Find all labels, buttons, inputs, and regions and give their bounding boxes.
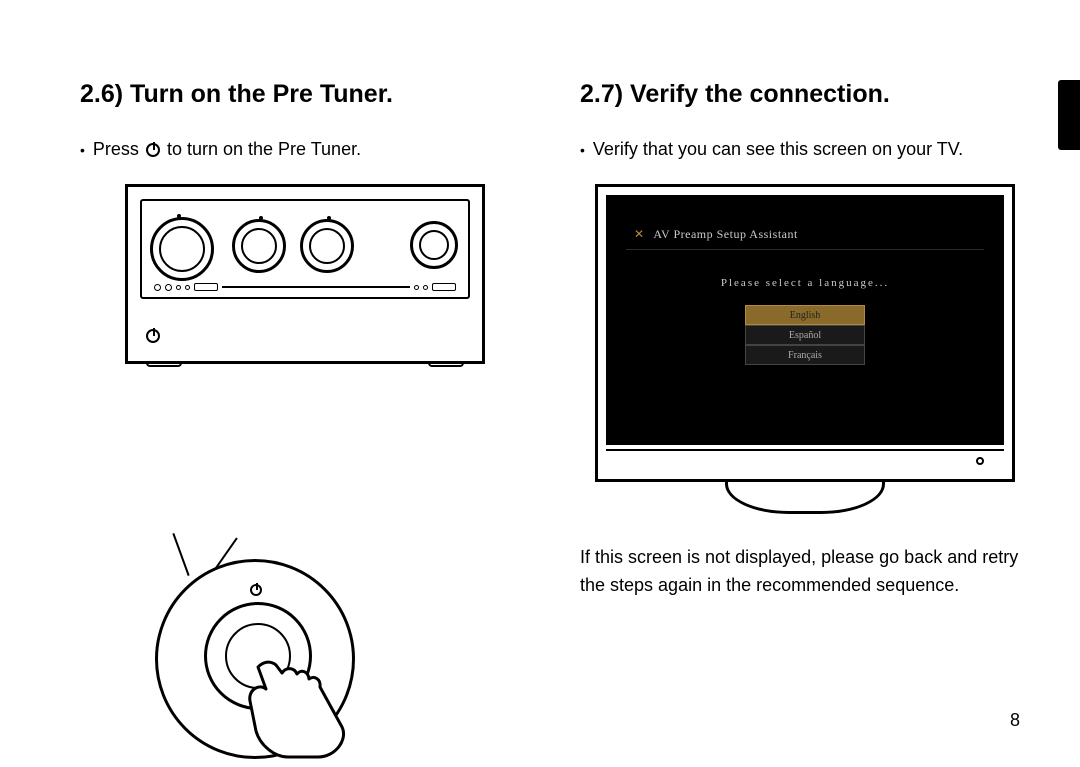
port-icon [414, 285, 419, 290]
port-icon [176, 285, 181, 290]
port-icon [185, 285, 190, 290]
knob-2 [232, 219, 286, 273]
language-option-english: English [745, 305, 865, 325]
select-language-prompt: Please select a language... [606, 277, 1004, 289]
knob-3 [300, 219, 354, 273]
callout-line [172, 533, 189, 576]
hand-pressing-icon [248, 657, 368, 767]
tv-stand [725, 482, 885, 514]
device-foot [428, 361, 464, 367]
pre-tuner-illustration [105, 184, 505, 364]
instruction-press-power: • Press to turn on the Pre Tuner. [80, 137, 530, 162]
bullet-dot: • [580, 141, 585, 161]
section-verify-connection: 2.7) Verify the connection. • Verify tha… [580, 80, 1030, 721]
bullet-dot: • [80, 141, 85, 161]
front-power-button-icon [146, 329, 160, 343]
disc-slot-icon [222, 286, 410, 288]
port-row [154, 283, 456, 291]
text-turn-on: to turn on the Pre Tuner. [167, 139, 361, 159]
setup-assistant-title: ✕ AV Preamp Setup Assistant [634, 227, 798, 242]
port-icon [165, 284, 172, 291]
heading-2-6: 2.6) Turn on the Pre Tuner. [80, 80, 530, 109]
language-option-espanol: Español [745, 325, 865, 345]
section-turn-on: 2.6) Turn on the Pre Tuner. • Press to t… [80, 80, 530, 721]
knob-right [410, 221, 458, 269]
text-press: Press [93, 139, 139, 159]
tv-led-icon [976, 457, 984, 465]
language-option-francais: Français [745, 345, 865, 365]
port-icon [432, 283, 456, 291]
heading-2-7: 2.7) Verify the connection. [580, 80, 1030, 109]
main-knob-left [150, 217, 214, 281]
text-verify: Verify that you can see this screen on y… [593, 137, 963, 162]
tools-icon: ✕ [634, 227, 645, 241]
tv-illustration: ✕ AV Preamp Setup Assistant Please selec… [595, 184, 1015, 514]
power-icon [146, 143, 160, 157]
page-number: 8 [1010, 710, 1020, 731]
port-icon [194, 283, 218, 291]
port-icon [154, 284, 161, 291]
power-icon [250, 584, 262, 596]
instruction-verify: • Verify that you can see this screen on… [580, 137, 1030, 162]
port-icon [423, 285, 428, 290]
tv-bezel-bottom [606, 449, 1004, 471]
device-foot [146, 361, 182, 367]
tv-screen: ✕ AV Preamp Setup Assistant Please selec… [606, 195, 1004, 445]
divider [626, 249, 984, 250]
note-not-displayed: If this screen is not displayed, please … [580, 544, 1030, 600]
language-list: English Español Français [745, 305, 865, 365]
power-button-callout [155, 559, 355, 759]
